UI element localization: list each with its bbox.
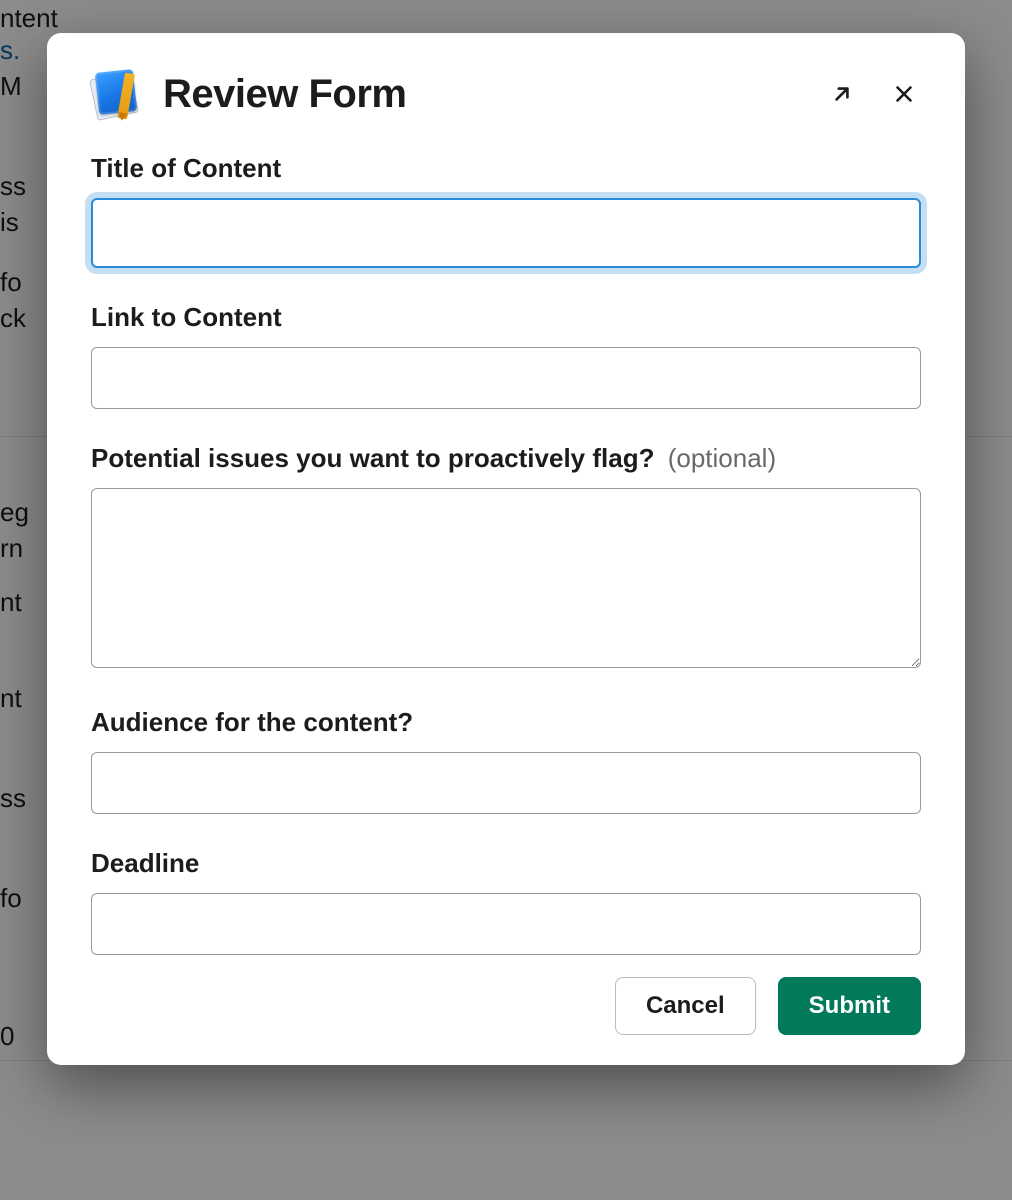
label-issues-hint: (optional) (668, 443, 776, 473)
field-deadline: Deadline (91, 848, 921, 955)
title-input[interactable] (91, 198, 921, 268)
book-pencil-icon (91, 69, 141, 119)
cancel-button[interactable]: Cancel (615, 977, 756, 1035)
close-icon[interactable] (887, 77, 921, 111)
review-form-modal: Review Form Title of Content Link to Con… (47, 33, 965, 1065)
submit-button[interactable]: Submit (778, 977, 921, 1035)
deadline-input[interactable] (91, 893, 921, 955)
label-link: Link to Content (91, 302, 921, 333)
issues-textarea[interactable] (91, 488, 921, 668)
label-title: Title of Content (91, 153, 921, 184)
field-audience: Audience for the content? (91, 707, 921, 814)
modal-footer: Cancel Submit (91, 977, 921, 1035)
expand-icon[interactable] (825, 77, 859, 111)
label-issues-text: Potential issues you want to proactively… (91, 443, 654, 473)
modal-title: Review Form (163, 72, 406, 117)
label-audience: Audience for the content? (91, 707, 921, 738)
modal-header: Review Form (91, 69, 921, 119)
label-issues: Potential issues you want to proactively… (91, 443, 921, 474)
field-title: Title of Content (91, 153, 921, 268)
link-input[interactable] (91, 347, 921, 409)
field-issues: Potential issues you want to proactively… (91, 443, 921, 673)
audience-input[interactable] (91, 752, 921, 814)
field-link: Link to Content (91, 302, 921, 409)
label-deadline: Deadline (91, 848, 921, 879)
